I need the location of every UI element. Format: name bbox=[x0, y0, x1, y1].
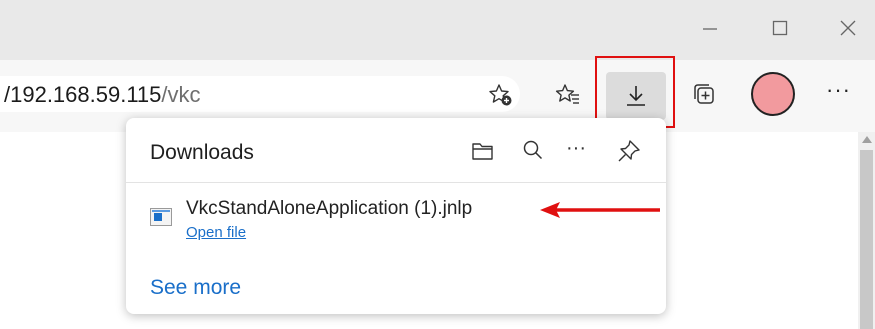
maximize-icon[interactable] bbox=[770, 18, 790, 38]
scroll-up-icon[interactable] bbox=[862, 136, 872, 143]
address-bar[interactable]: /192.168.59.115/vkc bbox=[0, 76, 520, 112]
jnlp-file-icon bbox=[150, 208, 172, 226]
profile-avatar[interactable] bbox=[751, 72, 795, 116]
see-more-link[interactable]: See more bbox=[150, 276, 241, 300]
more-icon[interactable]: ··· bbox=[826, 77, 851, 103]
title-bar bbox=[0, 0, 875, 60]
url-host: /192.168.59.115 bbox=[4, 82, 162, 107]
pin-icon[interactable] bbox=[616, 138, 642, 164]
search-icon[interactable] bbox=[520, 138, 546, 164]
vertical-scrollbar[interactable] bbox=[858, 132, 875, 329]
add-favorite-icon[interactable] bbox=[488, 82, 514, 108]
download-filename[interactable]: VkcStandAloneApplication (1).jnlp bbox=[186, 198, 472, 220]
downloads-title: Downloads bbox=[150, 141, 254, 164]
close-icon[interactable] bbox=[838, 18, 858, 38]
panel-more-icon[interactable]: ··· bbox=[566, 137, 592, 163]
open-file-link[interactable]: Open file bbox=[186, 224, 246, 241]
scroll-thumb[interactable] bbox=[860, 150, 873, 329]
address-url[interactable]: /192.168.59.115/vkc bbox=[4, 82, 201, 108]
panel-divider bbox=[126, 182, 666, 183]
collections-icon[interactable] bbox=[692, 82, 718, 108]
favorites-icon[interactable] bbox=[555, 82, 581, 108]
open-folder-icon[interactable] bbox=[470, 138, 496, 164]
red-arrow-annotation bbox=[534, 199, 664, 221]
url-path: /vkc bbox=[161, 82, 201, 107]
minimize-icon[interactable] bbox=[700, 18, 720, 38]
